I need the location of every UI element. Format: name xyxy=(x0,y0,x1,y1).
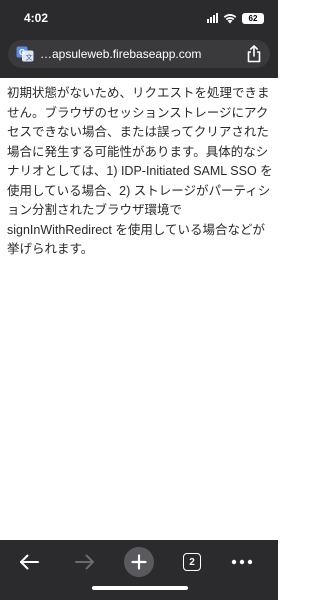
status-time: 4:02 xyxy=(24,11,49,25)
tab-switcher-button[interactable]: 2 xyxy=(181,546,203,578)
share-icon[interactable] xyxy=(246,45,262,63)
plus-icon xyxy=(131,554,147,570)
back-arrow-icon xyxy=(20,554,39,570)
svg-text:文: 文 xyxy=(26,53,33,62)
new-tab-button[interactable] xyxy=(124,547,154,577)
error-message-paragraph: 初期状態がないため、リクエストを処理できません。ブラウザのセッションストレージに… xyxy=(7,86,273,256)
menu-button[interactable] xyxy=(228,546,256,578)
status-icons: 62 xyxy=(207,11,264,25)
cellular-signal-icon xyxy=(207,13,218,23)
forward-button[interactable] xyxy=(70,546,100,578)
more-icon xyxy=(231,559,253,565)
forward-arrow-icon xyxy=(75,554,94,570)
address-bar[interactable]: G 文 …apsuleweb.firebaseapp.com xyxy=(8,40,270,68)
url-text[interactable]: …apsuleweb.firebaseapp.com xyxy=(40,46,240,62)
bottom-toolbar: 2 xyxy=(0,540,278,600)
status-bar: 4:02 62 xyxy=(0,0,278,36)
svg-text:G: G xyxy=(19,48,25,57)
wifi-icon xyxy=(223,13,237,24)
translate-icon[interactable]: G 文 xyxy=(16,46,34,62)
page-content: 初期状態がないため、リクエストを処理できません。ブラウザのセッションストレージに… xyxy=(7,84,273,260)
back-button[interactable] xyxy=(14,546,44,578)
top-bar: 4:02 62 G 文 …apsuleweb.firebaseapp.com xyxy=(0,0,278,78)
home-indicator[interactable] xyxy=(92,586,188,590)
battery-indicator: 62 xyxy=(242,12,264,24)
tab-count: 2 xyxy=(183,553,201,571)
